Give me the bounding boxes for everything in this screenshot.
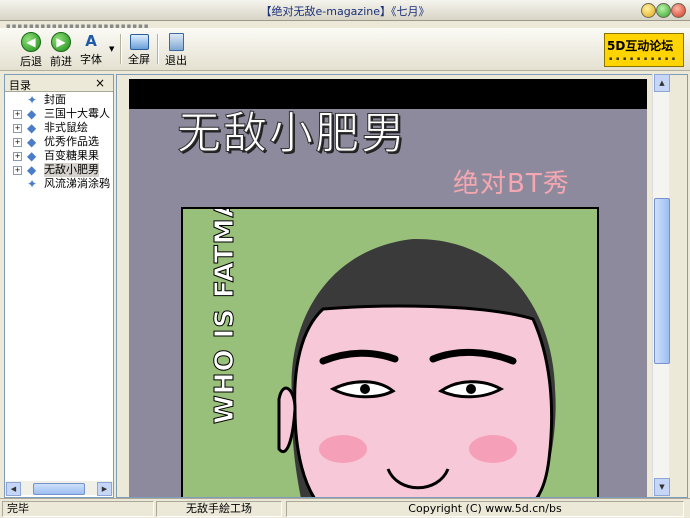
status-copyright: Copyright (C) www.5d.cn/bs	[286, 501, 684, 517]
status-bar: 完毕 无敌手絵工场 Copyright (C) www.5d.cn/bs	[0, 498, 690, 518]
sidebar-title: 目录	[9, 79, 31, 92]
exit-label: 退出	[165, 54, 187, 67]
window-title: 【绝对无敌e-magazine】《七月》	[260, 5, 430, 18]
close-button[interactable]	[671, 3, 686, 18]
logo-text: 5D互动论坛	[607, 39, 674, 53]
toc-item-cover[interactable]: ✦ 封面	[5, 93, 113, 107]
scroll-thumb[interactable]	[33, 483, 85, 495]
back-button[interactable]: ◀ 后退	[16, 30, 46, 68]
font-label: 字体	[80, 53, 102, 66]
content-vertical-scrollbar[interactable]: ▲ ▼	[652, 74, 670, 496]
cartoon-face-illustration	[277, 238, 556, 497]
scroll-thumb[interactable]	[654, 198, 670, 364]
scroll-right-icon[interactable]: ▶	[97, 482, 112, 496]
magazine-page: 无敌小肥男 绝对BT秀 WHO IS FATMAN	[129, 79, 647, 497]
scroll-up-icon[interactable]: ▲	[654, 74, 670, 92]
forward-button[interactable]: ▶ 前进	[46, 30, 76, 68]
expand-icon[interactable]: +	[13, 110, 22, 119]
toolbar-separator	[157, 34, 159, 64]
toc-item-label: 非式鼠绘	[44, 121, 88, 134]
toc-item-sanguo[interactable]: + ◆ 三国十大霉人	[5, 107, 113, 121]
book-icon: ◆	[27, 163, 37, 177]
book-icon: ◆	[27, 149, 37, 163]
back-label: 后退	[20, 55, 42, 68]
forward-arrow-icon: ▶	[51, 32, 71, 52]
toc-item-wudi[interactable]: + ◆ 无敌小肥男	[5, 163, 113, 177]
toc-item-label: 风流涕淌涂鸦	[44, 177, 110, 190]
toc-item-label: 三国十大霉人	[44, 107, 110, 120]
exit-button[interactable]: 退出	[161, 30, 191, 68]
toc-item-youxiu[interactable]: + ◆ 优秀作品选	[5, 135, 113, 149]
cartoon-artwork: WHO IS FATMAN	[181, 207, 599, 497]
maximize-button[interactable]	[656, 3, 671, 18]
book-icon: ◆	[27, 121, 37, 135]
font-button[interactable]: A 字体	[76, 30, 106, 68]
star-icon: ✦	[27, 177, 38, 191]
toc-item-label: 无敌小肥男	[44, 163, 99, 177]
exit-icon	[168, 33, 184, 51]
sidebar-close-icon[interactable]: ×	[95, 76, 105, 90]
toc-sidebar: 目录 × ✦ 封面 + ◆ 三国十大霉人 + ◆ 非式鼠绘 + ◆ 优秀作品选 …	[4, 74, 114, 498]
back-arrow-icon: ◀	[21, 32, 41, 52]
content-frame: 无敌小肥男 绝对BT秀 WHO IS FATMAN	[116, 74, 688, 498]
fullscreen-label: 全屏	[128, 53, 150, 66]
fullscreen-icon	[129, 34, 149, 50]
book-icon: ◆	[27, 107, 37, 121]
sidebar-horizontal-scrollbar[interactable]: ◀ ▶	[5, 481, 113, 496]
logo-decoration: ▪ ▪ ▪ ▪ ▪ ▪ ▪ ▪ ▪ ▪	[609, 56, 677, 62]
toc-item-baibian[interactable]: + ◆ 百变糖果果	[5, 149, 113, 163]
expand-icon[interactable]: +	[13, 124, 22, 133]
status-section: 无敌手絵工场	[156, 501, 282, 517]
forward-label: 前进	[50, 55, 72, 68]
toc-item-fengliu[interactable]: ✦ 风流涕淌涂鸦	[5, 177, 113, 191]
page-title: 无敌小肥男	[177, 108, 407, 160]
star-icon: ✦	[27, 93, 38, 107]
font-dropdown-arrow-icon[interactable]: ▼	[109, 45, 114, 53]
page-subtitle: 绝对BT秀	[453, 169, 570, 199]
toolbar-separator	[120, 34, 122, 64]
forum-logo[interactable]: 5D互动论坛 ▪ ▪ ▪ ▪ ▪ ▪ ▪ ▪ ▪ ▪	[604, 33, 684, 67]
toc-tree: ✦ 封面 + ◆ 三国十大霉人 + ◆ 非式鼠绘 + ◆ 优秀作品选 + ◆ 百…	[5, 93, 113, 191]
toc-item-label: 优秀作品选	[44, 135, 99, 148]
minimize-button[interactable]	[641, 3, 656, 18]
title-bar: 【绝对无敌e-magazine】《七月》	[0, 0, 690, 21]
scroll-down-icon[interactable]: ▼	[654, 478, 670, 496]
status-text: 完毕	[2, 501, 154, 517]
toolbar: ◀ 后退 ▶ 前进 A 字体 ▼ 全屏 退出	[0, 28, 690, 71]
expand-icon[interactable]: +	[13, 152, 22, 161]
expand-icon[interactable]: +	[13, 138, 22, 147]
fullscreen-button[interactable]: 全屏	[124, 30, 154, 68]
book-icon: ◆	[27, 135, 37, 149]
expand-icon[interactable]: +	[13, 166, 22, 175]
sidebar-header: 目录 ×	[5, 75, 113, 92]
toc-item-feishi[interactable]: + ◆ 非式鼠绘	[5, 121, 113, 135]
toc-item-label: 百变糖果果	[44, 149, 99, 162]
scroll-left-icon[interactable]: ◀	[6, 482, 21, 496]
toc-item-label: 封面	[44, 93, 66, 106]
font-icon: A	[85, 32, 97, 50]
